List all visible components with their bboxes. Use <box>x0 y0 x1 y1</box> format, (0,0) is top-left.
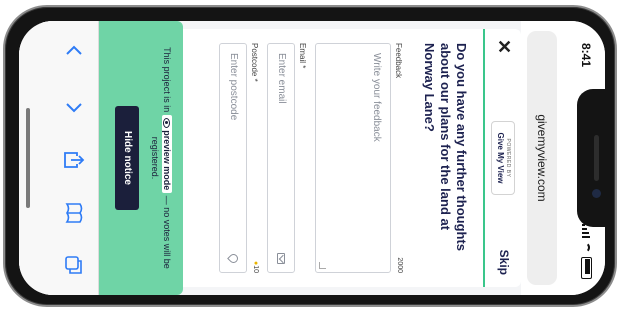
notice-text-before: This project is in <box>162 47 172 113</box>
feedback-placeholder: Write your feedback <box>371 53 382 142</box>
points-value: 10 <box>252 265 259 273</box>
email-field[interactable]: Enter email <box>267 43 295 273</box>
wifi-icon <box>582 242 591 253</box>
tabs-icon[interactable] <box>62 253 86 277</box>
mail-icon <box>277 253 285 264</box>
location-pin-icon <box>227 252 240 265</box>
powered-by-badge: POWERED BY Give My View <box>491 121 515 195</box>
question-heading: Do you have any further thoughts about o… <box>422 43 469 252</box>
close-button[interactable]: ✕ <box>494 39 514 54</box>
feedback-label: Feedback <box>394 43 403 79</box>
share-icon[interactable] <box>62 148 86 172</box>
speaker <box>594 135 599 181</box>
modal-header: ✕ POWERED BY Give My View Skip <box>483 29 521 287</box>
url-bar[interactable]: givemyview.com <box>527 31 557 285</box>
feedback-textarea[interactable]: Write your feedback <box>315 43 391 273</box>
resize-grip-icon[interactable] <box>319 262 326 269</box>
eye-icon <box>162 117 170 128</box>
postcode-label: Postcode * <box>250 43 259 82</box>
powered-by-text: POWERED BY <box>505 138 511 178</box>
web-content: ✕ POWERED BY Give My View Skip Do you ha… <box>99 21 521 295</box>
signal-icon <box>582 224 591 238</box>
browser-toolbar <box>19 21 99 295</box>
bookmarks-icon[interactable] <box>62 201 86 225</box>
email-placeholder: Enter email <box>276 53 287 104</box>
brand-name: Give My View <box>496 132 505 184</box>
status-time: 8:41 <box>579 43 593 68</box>
home-indicator[interactable] <box>26 108 30 208</box>
skip-button[interactable]: Skip <box>497 250 511 275</box>
notch <box>577 89 605 227</box>
postcode-field[interactable]: Enter postcode <box>219 43 247 273</box>
forward-icon[interactable] <box>62 95 86 119</box>
preview-mode-badge: preview mode <box>162 114 172 194</box>
postcode-placeholder: Enter postcode <box>228 53 239 121</box>
preview-mode-label: preview mode <box>162 130 172 191</box>
back-icon[interactable] <box>62 39 86 63</box>
preview-notice: This project is in preview mode — no vot… <box>99 21 183 295</box>
email-label: Email * <box>298 43 307 69</box>
phone-screen: 8:41 givemyview.com ✕ POWERED BY Give My… <box>19 21 605 295</box>
notice-text: This project is in preview mode — no vot… <box>149 37 173 279</box>
battery-icon <box>581 257 592 279</box>
status-icons <box>581 224 592 279</box>
portrait-viewport: 8:41 givemyview.com ✕ POWERED BY Give My… <box>19 21 605 295</box>
postcode-points: ●10 <box>252 261 259 273</box>
phone-frame: 8:41 givemyview.com ✕ POWERED BY Give My… <box>3 5 617 307</box>
hide-notice-button[interactable]: Hide notice <box>115 106 139 210</box>
front-camera <box>592 189 601 198</box>
status-bar: 8:41 <box>561 21 605 295</box>
feedback-char-limit: 2000 <box>396 257 403 273</box>
